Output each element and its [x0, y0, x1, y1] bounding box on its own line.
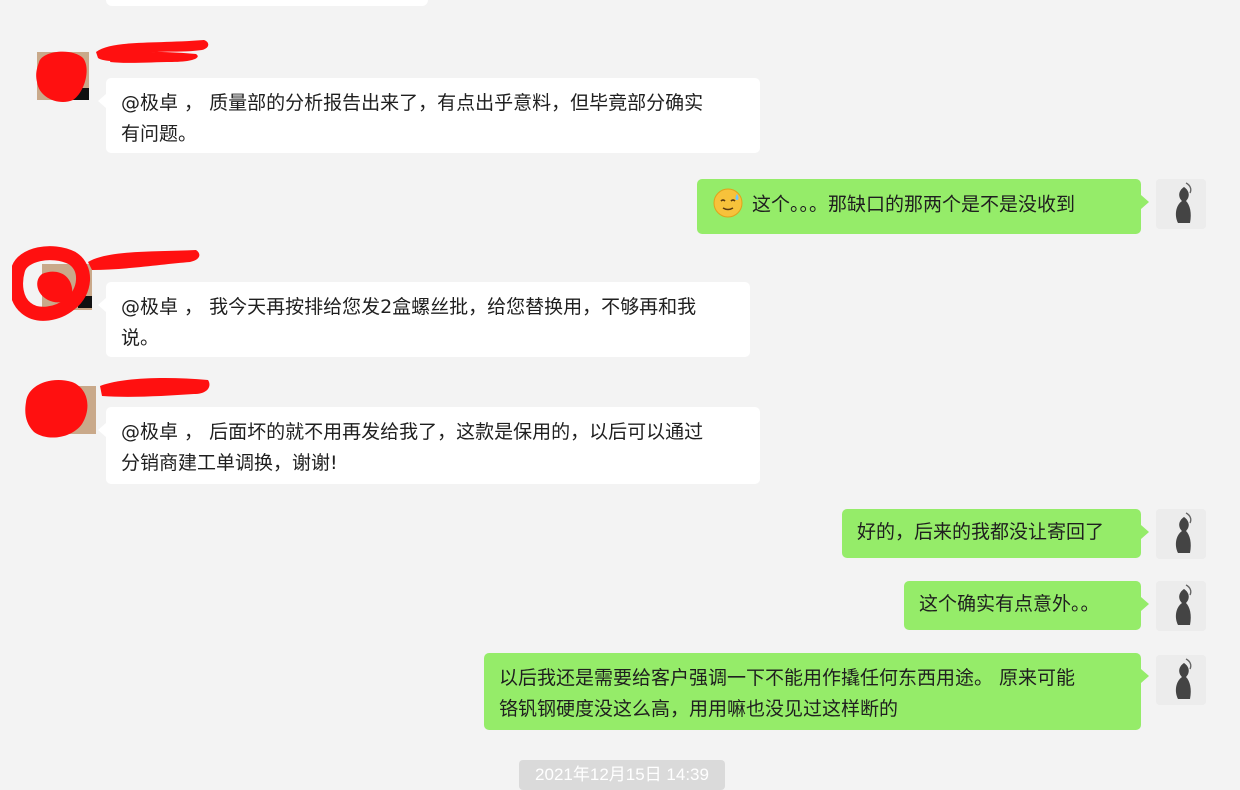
- avatar-self[interactable]: [1156, 509, 1206, 559]
- message-text-line: 有问题。: [121, 123, 198, 145]
- avatar-self[interactable]: [1156, 581, 1206, 631]
- sender-name-redacted: [92, 36, 212, 72]
- message-text: 好的，后来的我都没让寄回了: [857, 521, 1105, 543]
- avatar-self[interactable]: [1156, 655, 1206, 705]
- sender-name-redacted: [94, 372, 214, 408]
- message-bubble-received[interactable]: @极卓 ， 我今天再按排给您发2盒螺丝批，给您替换用，不够再和我 说。: [98, 282, 750, 357]
- message-bubble-received[interactable]: @极卓 ， 后面坏的就不用再发给我了，这款是保用的，以后可以通过 分销商建工单调…: [98, 407, 760, 484]
- message-text-line: @极卓 ， 后面坏的就不用再发给我了，这款是保用的，以后可以通过: [121, 421, 704, 443]
- message-text-line: @极卓 ， 我今天再按排给您发2盒螺丝批，给您替换用，不够再和我: [121, 296, 697, 318]
- ink-figure-icon: [1156, 179, 1206, 229]
- avatar-redacted[interactable]: [12, 244, 92, 321]
- sender-name-redacted: [84, 244, 204, 280]
- message-bubble-sent[interactable]: 好的，后来的我都没让寄回了: [842, 509, 1149, 558]
- message-text-line: @极卓 ， 质量部的分析报告出来了，有点出乎意料，但毕竟部分确实: [121, 92, 704, 114]
- message-text-line: 说。: [121, 327, 160, 349]
- message-bubble-sent[interactable]: 这个。。。那缺口的那两个是不是没收到: [697, 179, 1149, 234]
- ink-figure-icon: [1156, 581, 1206, 631]
- ink-figure-icon: [1156, 509, 1206, 559]
- message-text: 这个确实有点意外。。: [919, 593, 1100, 615]
- avatar-self[interactable]: [1156, 179, 1206, 229]
- avatar-redacted[interactable]: [22, 372, 96, 438]
- message-text-line: 以后我还是需要给客户强调一下不能用作撬任何东西用途。 原来可能: [499, 667, 1076, 689]
- message-text: 这个。。。那缺口的那两个是不是没收到: [752, 193, 1076, 216]
- message-bubble-received[interactable]: @极卓 ， 质量部的分析报告出来了，有点出乎意料，但毕竟部分确实 有问题。: [98, 78, 760, 153]
- message-text-line: 分销商建工单调换，谢谢!: [121, 452, 338, 474]
- previous-message-bubble-edge: [106, 0, 428, 6]
- sweat-smile-emoji-icon: [712, 187, 744, 219]
- message-text-line: 铬钒钢硬度没这么高，用用嘛也没见过这样断的: [499, 698, 899, 720]
- message-bubble-sent[interactable]: 以后我还是需要给客户强调一下不能用作撬任何东西用途。 原来可能 铬钒钢硬度没这么…: [484, 653, 1149, 730]
- ink-figure-icon: [1156, 655, 1206, 705]
- timestamp-label: 2021年12月15日 14:39: [519, 760, 725, 790]
- message-bubble-sent[interactable]: 这个确实有点意外。。: [904, 581, 1149, 630]
- avatar-redacted[interactable]: [33, 48, 95, 104]
